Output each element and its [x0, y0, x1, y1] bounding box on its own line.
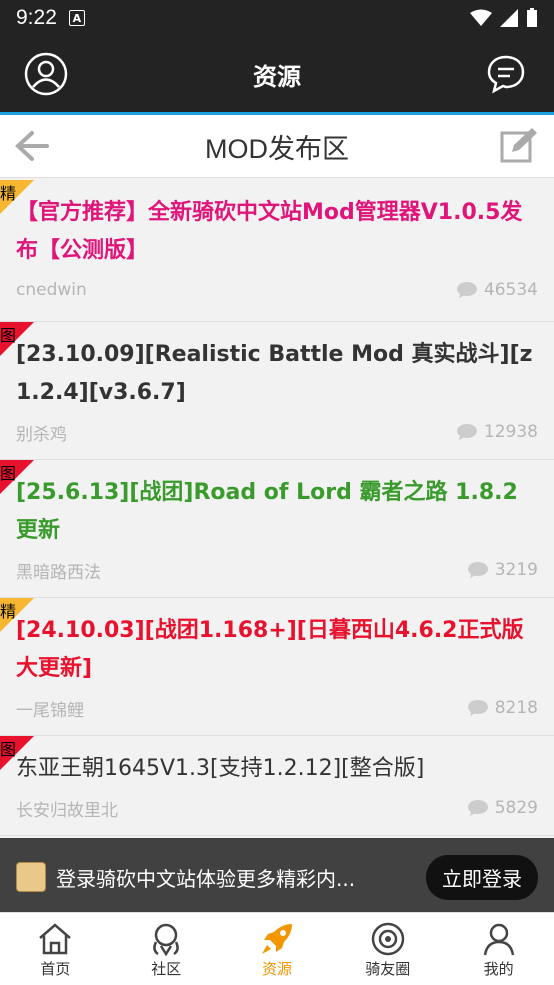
wifi-icon — [470, 9, 492, 26]
site-logo-icon — [16, 862, 46, 892]
tab-resources[interactable]: 资源 — [222, 913, 333, 985]
post-author: 别杀鸡 — [16, 424, 67, 445]
rocket-icon — [261, 924, 292, 954]
login-toast: 登录骑砍中文站体验更多精彩内... 立即登录 — [16, 854, 538, 900]
comment-icon — [467, 800, 488, 816]
login-prompt-text: 登录骑砍中文站体验更多精彩内... — [56, 866, 356, 891]
tag-label: 图 — [0, 464, 17, 483]
status-bar: 9:22 A — [0, 0, 554, 36]
avatar-icon[interactable] — [24, 52, 68, 96]
tag-label: 图 — [0, 326, 17, 345]
status-time: 9:22 — [16, 6, 57, 29]
login-button[interactable]: 立即登录 — [426, 854, 538, 900]
post-title[interactable]: 【官方推荐】全新骑砍中文站Mod管理器V1.0.5发布【公测版】 — [16, 194, 538, 270]
comment-icon — [456, 282, 477, 298]
post-author: 黑暗路西法 — [16, 562, 101, 583]
tag-label: 精 — [0, 184, 17, 203]
home-icon — [39, 923, 72, 955]
post-author: cnedwin — [16, 280, 87, 300]
post-item[interactable]: 精 [24.10.03][战团1.168+][日暮西山4.6.2正式版大更新] … — [0, 598, 554, 736]
post-list: 精 【官方推荐】全新骑砍中文站Mod管理器V1.0.5发布【公测版】 cnedw… — [0, 180, 554, 836]
post-title[interactable]: [25.6.13][战团]Road of Lord 霸者之路 1.8.2 更新 — [16, 474, 538, 550]
edit-icon[interactable] — [498, 125, 540, 167]
post-item[interactable]: 图 [25.6.13][战团]Road of Lord 霸者之路 1.8.2 更… — [0, 460, 554, 598]
post-title[interactable]: [23.10.09][Realistic Battle Mod 真实战斗][z1… — [16, 336, 538, 412]
tab-label: 社区 — [151, 960, 182, 978]
tab-label: 我的 — [483, 960, 514, 978]
battery-icon — [527, 8, 537, 27]
post-item[interactable]: 精 【官方推荐】全新骑砍中文站Mod管理器V1.0.5发布【公测版】 cnedw… — [0, 180, 554, 322]
user-icon — [483, 923, 514, 956]
tab-home[interactable]: 首页 — [0, 913, 111, 985]
post-reply-count: 12938 — [483, 422, 538, 442]
notification-badge: A — [68, 10, 85, 26]
post-title[interactable]: [24.10.03][战团1.168+][日暮西山4.6.2正式版大更新] — [16, 612, 538, 688]
message-icon[interactable] — [486, 54, 526, 94]
tab-label: 资源 — [261, 960, 292, 978]
post-reply-count: 5829 — [494, 798, 538, 818]
post-item[interactable]: 图 东亚王朝1645V1.3[支持1.2.12][整合版] 长安归故里北 582… — [0, 736, 554, 836]
back-arrow-icon[interactable] — [14, 130, 50, 162]
comment-icon — [467, 562, 488, 578]
sub-header: MOD发布区 — [0, 115, 554, 178]
post-reply-count: 8218 — [494, 698, 538, 718]
comment-icon — [456, 424, 477, 440]
circle-icon — [371, 922, 405, 956]
post-title[interactable]: 东亚王朝1645V1.3[支持1.2.12][整合版] — [16, 750, 538, 788]
tab-label: 骑友圈 — [365, 960, 411, 978]
post-reply-count: 46534 — [483, 280, 538, 300]
signal-icon — [500, 9, 518, 27]
post-reply-count: 3219 — [494, 560, 538, 580]
post-item[interactable]: 图 [23.10.09][Realistic Battle Mod 真实战斗][… — [0, 322, 554, 460]
tab-me[interactable]: 我的 — [443, 913, 554, 985]
post-author: 一尾锦鲤 — [16, 700, 84, 721]
tab-label: 首页 — [40, 960, 71, 978]
tab-community[interactable]: 社区 — [111, 913, 222, 985]
section-title: MOD发布区 — [205, 133, 349, 164]
community-icon — [153, 923, 180, 956]
tag-label: 精 — [0, 602, 17, 621]
tag-label: 图 — [0, 740, 17, 759]
comment-icon — [467, 700, 488, 716]
login-prompt-overlay: 登录骑砍中文站体验更多精彩内... 立即登录 — [0, 838, 554, 912]
app-bar: 资源 — [0, 36, 554, 112]
page-title: 资源 — [253, 62, 301, 91]
tab-circle[interactable]: 骑友圈 — [332, 913, 443, 985]
bottom-tab-bar: 首页 社区 资源 骑友圈 我的 — [0, 912, 554, 985]
post-author: 长安归故里北 — [16, 800, 118, 821]
